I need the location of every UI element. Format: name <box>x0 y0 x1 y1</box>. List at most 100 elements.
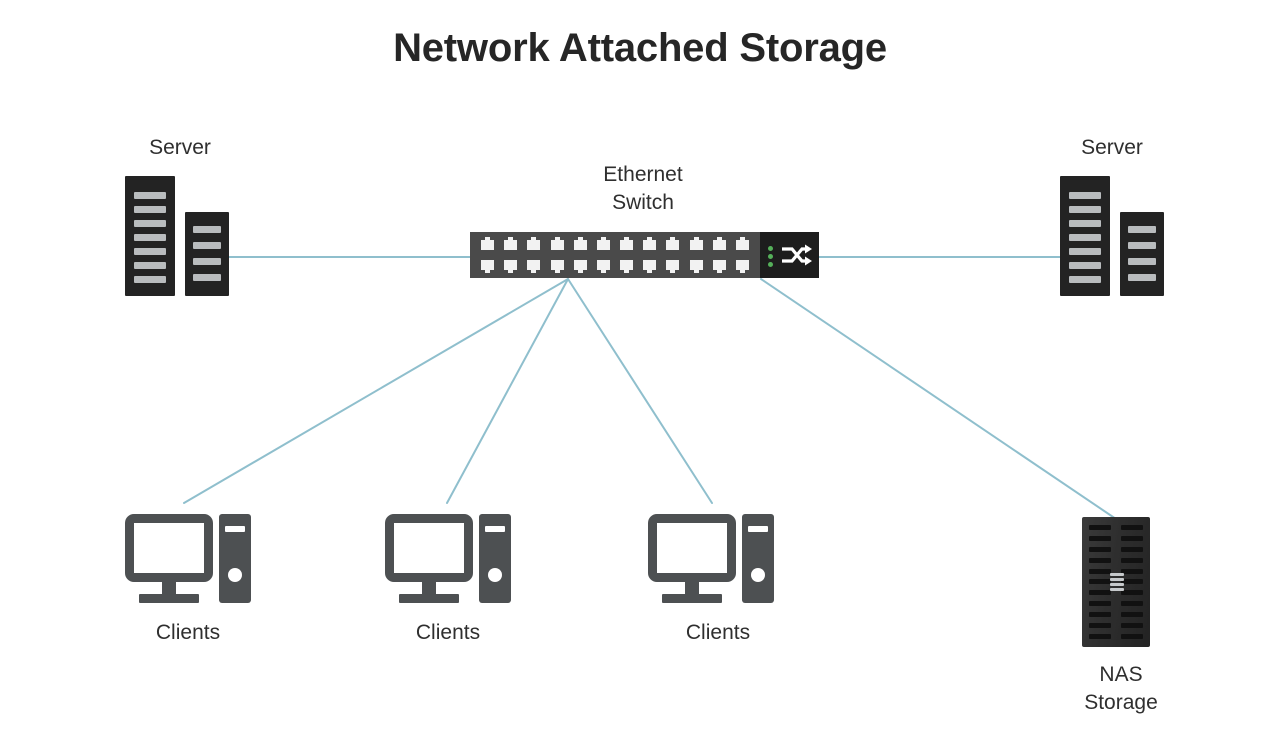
nas-indicator-group <box>1110 573 1124 591</box>
client-monitor <box>648 514 736 582</box>
nas-drive-slot <box>1121 601 1143 607</box>
client-monitor-base <box>399 594 459 603</box>
nas-indicator-line <box>1110 583 1124 586</box>
switch-port[interactable] <box>573 237 587 250</box>
switch-port-column[interactable] <box>573 237 587 273</box>
client-1[interactable] <box>125 514 251 606</box>
nas-drive-slot <box>1089 612 1111 618</box>
client-tower-drive-slot <box>485 526 505 532</box>
switch-port[interactable] <box>527 237 541 250</box>
client-monitor-base <box>139 594 199 603</box>
switch-port-column[interactable] <box>735 237 749 273</box>
client-tower <box>742 514 774 603</box>
switch-port[interactable] <box>643 237 657 250</box>
nas-storage[interactable] <box>1082 517 1150 647</box>
page-title: Network Attached Storage <box>393 26 887 70</box>
switch-port[interactable] <box>550 260 564 273</box>
nas-drive-slot <box>1089 546 1111 552</box>
nas-drive-slot <box>1089 557 1111 563</box>
server-left[interactable] <box>125 176 229 296</box>
nas-drive-slot <box>1089 579 1111 585</box>
diagram-canvas: Network Attached Storage Server Server E… <box>0 0 1280 756</box>
client-monitor <box>385 514 473 582</box>
switch-port[interactable] <box>689 260 703 273</box>
status-led <box>768 262 773 267</box>
status-led <box>768 246 773 251</box>
switch-port[interactable] <box>504 260 518 273</box>
nas-drive-slot <box>1121 623 1143 629</box>
switch-port[interactable] <box>481 237 494 250</box>
switch-port[interactable] <box>620 260 634 273</box>
server-left-short-rack <box>185 212 229 296</box>
client-tower-power-button[interactable] <box>228 568 242 582</box>
nas-drive-slot <box>1089 633 1111 639</box>
nas-drive-slot <box>1121 579 1143 585</box>
switch-port[interactable] <box>481 260 494 273</box>
switch-port[interactable] <box>596 260 610 273</box>
nas-drive-slot <box>1089 590 1111 596</box>
client-2[interactable] <box>385 514 511 606</box>
switch-port-array <box>481 237 749 273</box>
nas-drive-slot <box>1089 623 1111 629</box>
switch-port[interactable] <box>735 260 749 273</box>
nas-drive-slot <box>1121 525 1143 530</box>
client-2-label: Clients <box>415 621 481 644</box>
switch-port[interactable] <box>620 237 634 250</box>
server-left-tall-rack <box>125 176 175 296</box>
switch-port[interactable] <box>550 237 564 250</box>
switch-port[interactable] <box>596 237 610 250</box>
link-switch-to-client-2 <box>446 278 569 504</box>
switch-port-column[interactable] <box>689 237 703 273</box>
switch-port-column[interactable] <box>527 237 541 273</box>
nas-slot-column-right <box>1121 525 1143 639</box>
switch-port[interactable] <box>573 260 587 273</box>
switch-port-column[interactable] <box>596 237 610 273</box>
switch-port[interactable] <box>643 260 657 273</box>
nas-drive-slot <box>1121 590 1143 596</box>
switch-port[interactable] <box>689 237 703 250</box>
switch-port[interactable] <box>504 237 518 250</box>
nas-drive-slot <box>1121 535 1143 541</box>
client-3[interactable] <box>648 514 774 606</box>
switch-port-column[interactable] <box>504 237 518 273</box>
nas-indicator-line <box>1110 573 1124 576</box>
nas-drive-slot <box>1089 525 1111 530</box>
switch-port-column[interactable] <box>643 237 657 273</box>
client-monitor-neck <box>162 582 176 594</box>
server-right-label: Server <box>1081 136 1143 159</box>
client-tower-power-button[interactable] <box>751 568 765 582</box>
switch-port-column[interactable] <box>620 237 634 273</box>
client-tower-drive-slot <box>748 526 768 532</box>
server-right-short-rack <box>1120 212 1164 296</box>
client-monitor-neck <box>685 582 699 594</box>
server-right[interactable] <box>1060 176 1164 296</box>
link-switch-to-client-1 <box>183 278 569 504</box>
switch-port-column[interactable] <box>712 237 726 273</box>
client-monitor <box>125 514 213 582</box>
shuffle-arrows-icon <box>782 244 812 266</box>
switch-port-column[interactable] <box>666 237 680 273</box>
nas-chassis <box>1082 517 1150 647</box>
client-tower-drive-slot <box>225 526 245 532</box>
nas-drive-slot <box>1121 546 1143 552</box>
client-monitor-neck <box>422 582 436 594</box>
switch-port[interactable] <box>666 237 680 250</box>
switch-port[interactable] <box>712 260 726 273</box>
server-right-tall-rack <box>1060 176 1110 296</box>
switch-port[interactable] <box>527 260 541 273</box>
client-3-label: Clients <box>685 621 751 644</box>
switch-port-column[interactable] <box>481 237 494 273</box>
ethernet-switch[interactable] <box>470 232 819 278</box>
switch-body <box>470 232 760 278</box>
switch-port-column[interactable] <box>550 237 564 273</box>
switch-status-panel <box>760 232 819 278</box>
nas-drive-slot <box>1121 612 1143 618</box>
nas-drive-slot <box>1121 633 1143 639</box>
switch-port[interactable] <box>735 237 749 250</box>
client-tower <box>219 514 251 603</box>
client-tower-power-button[interactable] <box>488 568 502 582</box>
switch-port[interactable] <box>712 237 726 250</box>
nas-indicator-line <box>1110 578 1124 581</box>
switch-port[interactable] <box>666 260 680 273</box>
client-monitor-base <box>662 594 722 603</box>
